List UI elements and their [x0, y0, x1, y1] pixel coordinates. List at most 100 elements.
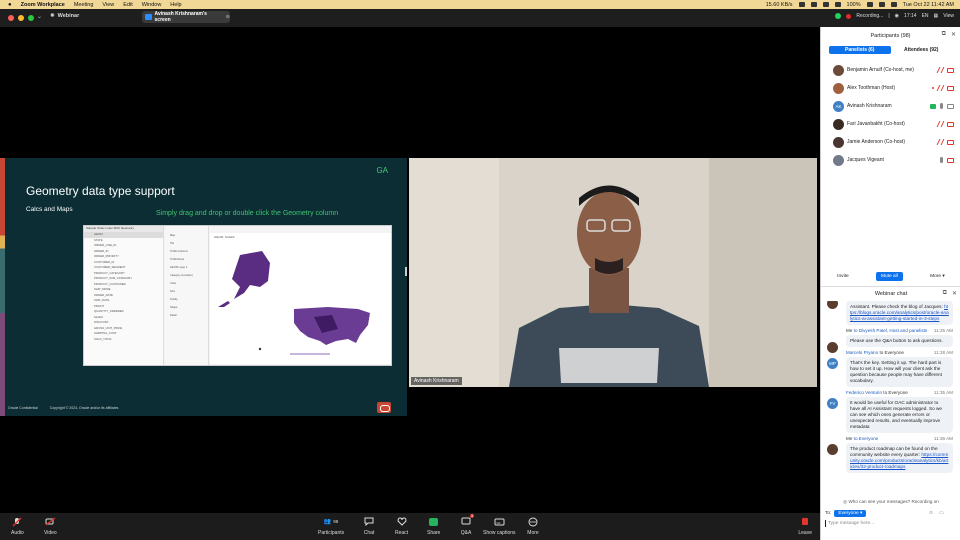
more-button[interactable]: More — [527, 516, 539, 536]
menu-help[interactable]: Help — [170, 2, 181, 8]
search-icon[interactable] — [878, 2, 885, 7]
cloud-icon[interactable] — [810, 2, 817, 7]
chat-header: Webinar chat ⧉ ✕ — [821, 287, 960, 301]
participants-list: Benjamin Arnulf (Co-host, me) Alex Tooth… — [821, 61, 960, 169]
more-options-icon[interactable]: ⊙ — [929, 511, 933, 516]
chat-button[interactable]: Chat — [363, 516, 375, 536]
side-panel: Participants (98) ⧉ ✕ Panelists (6) Atte… — [820, 27, 960, 540]
close-icon[interactable]: ✕ — [952, 290, 957, 297]
menu-view[interactable]: View — [102, 2, 114, 8]
video-off-icon — [947, 67, 954, 73]
screen-share-indicator[interactable]: Avinash Krishnaram's screen ⊝ — [142, 11, 230, 23]
audio-button[interactable]: Audio — [11, 516, 24, 536]
battery-icon[interactable] — [866, 2, 873, 7]
avatar: MP — [827, 358, 838, 369]
recording-label[interactable]: Recording... — [856, 13, 883, 19]
speaker-video[interactable]: Avinash Krishnaram — [409, 158, 817, 387]
message-bubble: Assistant. Please check the blog of Jacq… — [846, 301, 953, 325]
qa-button[interactable]: 3 Q&A — [460, 514, 474, 536]
speaker-video-frame — [409, 158, 817, 387]
hawaii-dot — [258, 347, 262, 351]
oac-screenshot: Sample Order Lines SDO Geometry GEOM STA… — [83, 225, 392, 366]
avatar — [827, 444, 838, 455]
language-button[interactable]: EN — [922, 13, 929, 19]
mic-muted-icon — [936, 121, 945, 127]
recipient-dropdown[interactable]: Everyone ▾ — [834, 510, 867, 517]
close-icon[interactable]: ✕ — [951, 31, 956, 38]
captions-button[interactable]: cc Show captions — [483, 516, 516, 536]
close-window-button[interactable] — [8, 15, 14, 21]
recipient-value: Everyone — [838, 511, 859, 516]
leave-button[interactable]: Leave — [798, 516, 812, 536]
slide-title: Geometry data type support — [26, 184, 175, 198]
sharing-icon — [930, 103, 936, 109]
menu-edit[interactable]: Edit — [123, 2, 132, 8]
participant-row[interactable]: Fari Javanbakht (Co-host) — [821, 115, 960, 133]
view-grid-icon[interactable]: ▦ — [934, 13, 939, 19]
participant-row[interactable]: Jamie Anderson (Co-host) — [821, 133, 960, 151]
participant-row[interactable]: Jacques Vigeant — [821, 151, 960, 169]
apple-icon[interactable]: ● — [8, 2, 12, 8]
share-button[interactable]: Share — [427, 516, 440, 536]
participant-name: Fari Javanbakht (Co-host) — [847, 121, 905, 127]
macos-menubar: ● Zoom Workplace Meeting View Edit Windo… — [0, 0, 960, 9]
participants-label: Participants — [318, 530, 345, 536]
avatar — [833, 136, 844, 148]
popout-icon[interactable]: ⧉ — [943, 290, 947, 297]
video-off-icon — [947, 157, 954, 163]
zoom-status-icon[interactable] — [798, 2, 805, 7]
chat-icon — [363, 516, 375, 527]
video-off-icon — [947, 121, 954, 127]
bluetooth-icon[interactable] — [834, 2, 841, 7]
control-center-icon[interactable] — [890, 2, 897, 7]
chat-message: Me to Divyesh Patel, Host and panelists … — [821, 328, 960, 353]
slide-accent-stripe — [0, 158, 5, 416]
participants-button[interactable]: 👥 98 Participants — [318, 516, 344, 536]
security-shield-icon[interactable] — [835, 13, 842, 19]
menubar-clock[interactable]: Tue Oct 22 11:42 AM — [903, 2, 954, 8]
chat-message: Federico Venturin to Everyone 11:35 AM F… — [821, 390, 960, 433]
popout-icon[interactable]: ⧉ — [942, 31, 946, 38]
participant-name: Jamie Anderson (Co-host) — [847, 139, 906, 145]
webinar-label: Webinar — [57, 13, 80, 19]
invite-button[interactable]: Invite — [832, 272, 853, 281]
file-icon[interactable]: ▭ — [939, 511, 944, 516]
message-meta: Marcelo Pryano to Everyone 11:28 AM — [846, 350, 953, 355]
svg-text:cc: cc — [496, 520, 500, 525]
participant-name: Avinash Krishnaram — [847, 103, 892, 109]
tab-attendees[interactable]: Attendees (92) — [891, 46, 953, 54]
slide-subtitle: Calcs and Maps — [26, 206, 73, 213]
participant-row[interactable]: Benjamin Arnulf (Co-host, me) — [821, 61, 960, 79]
video-button[interactable]: Video — [44, 516, 57, 536]
qa-icon: 3 — [460, 514, 474, 527]
meeting-timer: 17:14 — [904, 13, 917, 19]
visibility-hint[interactable]: ◎ Who can see your messages? Recording o… — [821, 499, 960, 505]
grammar-row: Shape — [170, 306, 178, 309]
minimize-window-button[interactable] — [18, 15, 24, 21]
chat-input[interactable]: Type message here... — [825, 521, 955, 526]
view-button[interactable]: View — [943, 13, 954, 19]
webinar-indicator[interactable]: ✺ Webinar — [50, 13, 79, 19]
recipient: to Everyone — [853, 436, 879, 441]
leave-icon — [799, 516, 811, 527]
tab-panelists[interactable]: Panelists (6) — [829, 46, 891, 54]
mute-all-button[interactable]: Mute all — [875, 271, 903, 281]
menu-window[interactable]: Window — [142, 2, 162, 8]
chat-messages[interactable]: Assistant. Please check the blog of Jacq… — [821, 301, 960, 497]
menu-app-name[interactable]: Zoom Workplace — [21, 2, 65, 8]
react-button[interactable]: React — [395, 516, 408, 536]
chevron-down-icon[interactable]: ⌄ — [37, 13, 42, 20]
participant-row[interactable]: Alex Toothman (Host) — [821, 79, 960, 97]
split-view-handle[interactable] — [405, 267, 407, 276]
view-options-icon[interactable]: ⊝ — [226, 14, 230, 20]
captions-label: Show captions — [483, 530, 516, 536]
fullscreen-window-button[interactable] — [28, 15, 34, 21]
share-screen-icon — [428, 516, 440, 527]
recipient-selector: To: Everyone ▾ ⊙ ▭ — [825, 510, 944, 517]
menu-meeting[interactable]: Meeting — [74, 2, 94, 8]
wifi-icon[interactable] — [822, 2, 829, 7]
participant-row[interactable]: AK Avinash Krishnaram — [821, 97, 960, 115]
webinar-icon: ✺ — [50, 13, 55, 19]
grammar-row: Detail — [170, 314, 177, 317]
more-participants-button[interactable]: More ▾ — [925, 272, 950, 281]
